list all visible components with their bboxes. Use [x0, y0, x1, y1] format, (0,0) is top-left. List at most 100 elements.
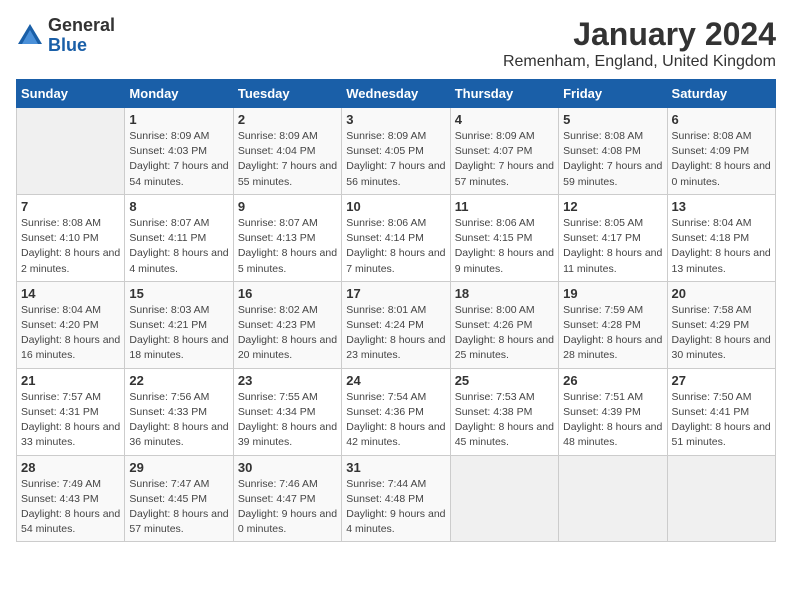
calendar-cell: 1 Sunrise: 8:09 AMSunset: 4:03 PMDaylight… [125, 108, 233, 195]
day-info: Sunrise: 8:09 AMSunset: 4:05 PMDaylight:… [346, 129, 445, 190]
calendar-week-row: 1 Sunrise: 8:09 AMSunset: 4:03 PMDaylight… [17, 108, 776, 195]
calendar-week-row: 14 Sunrise: 8:04 AMSunset: 4:20 PMDayligh… [17, 281, 776, 368]
title-block: January 2024 Remenham, England, United K… [503, 16, 776, 71]
calendar-title: January 2024 [503, 16, 776, 53]
day-number: 13 [672, 199, 771, 214]
day-number: 27 [672, 373, 771, 388]
weekday-header: Monday [125, 80, 233, 108]
weekday-header: Friday [559, 80, 667, 108]
day-number: 14 [21, 286, 120, 301]
calendar-cell: 30 Sunrise: 7:46 AMSunset: 4:47 PMDayligh… [233, 455, 341, 542]
calendar-cell [17, 108, 125, 195]
calendar-cell: 27Sunrise: 7:50 AMSunset: 4:41 PMDayligh… [667, 368, 775, 455]
day-number: 4 [455, 112, 554, 127]
day-info: Sunrise: 8:09 AMSunset: 4:04 PMDaylight:… [238, 129, 337, 190]
day-info: Sunrise: 8:08 AMSunset: 4:08 PMDaylight:… [563, 129, 662, 190]
logo-general: General [48, 16, 115, 36]
calendar-cell: 2Sunrise: 8:09 AMSunset: 4:04 PMDaylight… [233, 108, 341, 195]
day-info: Sunrise: 7:58 AMSunset: 4:29 PMDaylight:… [672, 303, 771, 364]
calendar-cell: 24Sunrise: 7:54 AMSunset: 4:36 PMDayligh… [342, 368, 450, 455]
calendar-cell: 29 Sunrise: 7:47 AMSunset: 4:45 PMDayligh… [125, 455, 233, 542]
day-number: 1 [129, 112, 228, 127]
weekday-header: Wednesday [342, 80, 450, 108]
calendar-cell: 23 Sunrise: 7:55 AMSunset: 4:34 PMDayligh… [233, 368, 341, 455]
day-info: Sunrise: 8:04 AMSunset: 4:18 PMDaylight:… [672, 216, 771, 277]
day-info: Sunrise: 8:06 AMSunset: 4:14 PMDaylight:… [346, 216, 445, 277]
calendar-cell: 25 Sunrise: 7:53 AMSunset: 4:38 PMDayligh… [450, 368, 558, 455]
day-number: 9 [238, 199, 337, 214]
calendar-cell: 10 Sunrise: 8:06 AMSunset: 4:14 PMDayligh… [342, 194, 450, 281]
day-info: Sunrise: 7:51 AMSunset: 4:39 PMDaylight:… [563, 390, 662, 451]
calendar-cell: 16 Sunrise: 8:02 AMSunset: 4:23 PMDayligh… [233, 281, 341, 368]
day-number: 17 [346, 286, 445, 301]
day-info: Sunrise: 8:00 AMSunset: 4:26 PMDaylight:… [455, 303, 554, 364]
day-number: 20 [672, 286, 771, 301]
calendar-cell [559, 455, 667, 542]
calendar-week-row: 28 Sunrise: 7:49 AMSunset: 4:43 PMDayligh… [17, 455, 776, 542]
calendar-cell: 28 Sunrise: 7:49 AMSunset: 4:43 PMDayligh… [17, 455, 125, 542]
day-info: Sunrise: 8:09 AMSunset: 4:03 PMDaylight:… [129, 129, 228, 190]
day-info: Sunrise: 8:09 AMSunset: 4:07 PMDaylight:… [455, 129, 554, 190]
day-number: 18 [455, 286, 554, 301]
day-number: 30 [238, 460, 337, 475]
day-info: Sunrise: 8:08 AMSunset: 4:09 PMDaylight:… [672, 129, 771, 190]
day-number: 10 [346, 199, 445, 214]
calendar-cell [450, 455, 558, 542]
weekday-header-row: SundayMondayTuesdayWednesdayThursdayFrid… [17, 80, 776, 108]
day-number: 16 [238, 286, 337, 301]
calendar-week-row: 21Sunrise: 7:57 AMSunset: 4:31 PMDayligh… [17, 368, 776, 455]
calendar-cell: 4 Sunrise: 8:09 AMSunset: 4:07 PMDaylight… [450, 108, 558, 195]
day-info: Sunrise: 7:59 AMSunset: 4:28 PMDaylight:… [563, 303, 662, 364]
weekday-header: Saturday [667, 80, 775, 108]
calendar-cell: 3 Sunrise: 8:09 AMSunset: 4:05 PMDaylight… [342, 108, 450, 195]
logo: General Blue [16, 16, 115, 56]
day-number: 15 [129, 286, 228, 301]
calendar-cell: 5 Sunrise: 8:08 AMSunset: 4:08 PMDaylight… [559, 108, 667, 195]
calendar-cell: 6 Sunrise: 8:08 AMSunset: 4:09 PMDaylight… [667, 108, 775, 195]
calendar-cell: 19 Sunrise: 7:59 AMSunset: 4:28 PMDayligh… [559, 281, 667, 368]
day-number: 6 [672, 112, 771, 127]
day-info: Sunrise: 8:04 AMSunset: 4:20 PMDaylight:… [21, 303, 120, 364]
day-number: 5 [563, 112, 662, 127]
day-info: Sunrise: 8:02 AMSunset: 4:23 PMDaylight:… [238, 303, 337, 364]
calendar-cell: 14 Sunrise: 8:04 AMSunset: 4:20 PMDayligh… [17, 281, 125, 368]
day-info: Sunrise: 7:53 AMSunset: 4:38 PMDaylight:… [455, 390, 554, 451]
calendar-cell: 8 Sunrise: 8:07 AMSunset: 4:11 PMDaylight… [125, 194, 233, 281]
calendar-cell: 12Sunrise: 8:05 AMSunset: 4:17 PMDayligh… [559, 194, 667, 281]
day-info: Sunrise: 7:46 AMSunset: 4:47 PMDaylight:… [238, 477, 337, 538]
day-number: 3 [346, 112, 445, 127]
calendar-cell: 22Sunrise: 7:56 AMSunset: 4:33 PMDayligh… [125, 368, 233, 455]
day-info: Sunrise: 8:07 AMSunset: 4:13 PMDaylight:… [238, 216, 337, 277]
day-info: Sunrise: 7:44 AMSunset: 4:48 PMDaylight:… [346, 477, 445, 538]
calendar-cell [667, 455, 775, 542]
day-number: 24 [346, 373, 445, 388]
day-number: 23 [238, 373, 337, 388]
day-number: 28 [21, 460, 120, 475]
calendar-table: SundayMondayTuesdayWednesdayThursdayFrid… [16, 79, 776, 542]
day-number: 29 [129, 460, 228, 475]
weekday-header: Tuesday [233, 80, 341, 108]
day-info: Sunrise: 8:05 AMSunset: 4:17 PMDaylight:… [563, 216, 662, 277]
calendar-cell: 31 Sunrise: 7:44 AMSunset: 4:48 PMDayligh… [342, 455, 450, 542]
day-number: 31 [346, 460, 445, 475]
day-info: Sunrise: 8:08 AMSunset: 4:10 PMDaylight:… [21, 216, 120, 277]
day-info: Sunrise: 8:03 AMSunset: 4:21 PMDaylight:… [129, 303, 228, 364]
day-info: Sunrise: 7:55 AMSunset: 4:34 PMDaylight:… [238, 390, 337, 451]
calendar-cell: 26Sunrise: 7:51 AMSunset: 4:39 PMDayligh… [559, 368, 667, 455]
calendar-cell: 20 Sunrise: 7:58 AMSunset: 4:29 PMDayligh… [667, 281, 775, 368]
day-number: 22 [129, 373, 228, 388]
day-number: 7 [21, 199, 120, 214]
day-info: Sunrise: 8:07 AMSunset: 4:11 PMDaylight:… [129, 216, 228, 277]
day-info: Sunrise: 7:47 AMSunset: 4:45 PMDaylight:… [129, 477, 228, 538]
calendar-subtitle: Remenham, England, United Kingdom [503, 53, 776, 71]
day-number: 11 [455, 199, 554, 214]
day-number: 8 [129, 199, 228, 214]
day-number: 19 [563, 286, 662, 301]
day-info: Sunrise: 8:06 AMSunset: 4:15 PMDaylight:… [455, 216, 554, 277]
page-header: General Blue January 2024 Remenham, Engl… [16, 16, 776, 71]
calendar-cell: 15 Sunrise: 8:03 AMSunset: 4:21 PMDayligh… [125, 281, 233, 368]
day-info: Sunrise: 7:57 AMSunset: 4:31 PMDaylight:… [21, 390, 120, 451]
day-info: Sunrise: 7:49 AMSunset: 4:43 PMDaylight:… [21, 477, 120, 538]
day-number: 25 [455, 373, 554, 388]
calendar-cell: 17Sunrise: 8:01 AMSunset: 4:24 PMDayligh… [342, 281, 450, 368]
